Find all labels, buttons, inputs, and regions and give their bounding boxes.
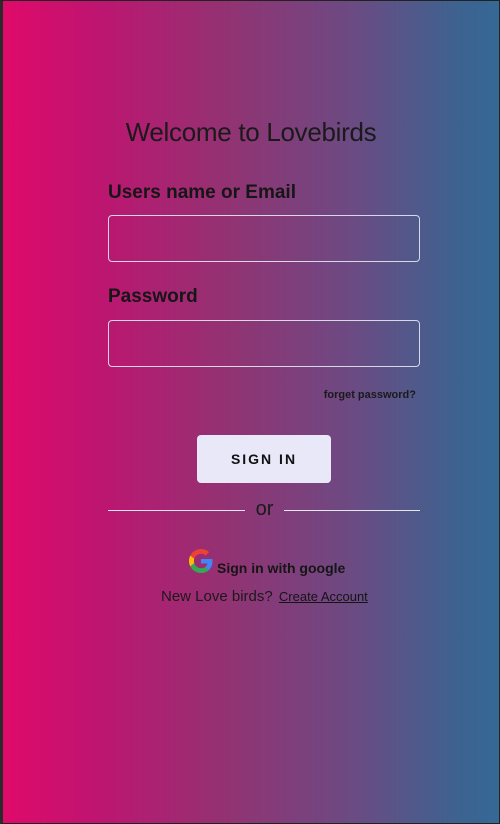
google-sign-in-label: Sign in with google xyxy=(217,560,346,576)
forgot-password-link[interactable]: forget password? xyxy=(324,389,416,401)
google-logo-icon xyxy=(189,549,213,573)
google-sign-in-button[interactable]: Sign in with google xyxy=(189,549,346,576)
new-user-prompt: New Love birds? xyxy=(161,588,273,605)
password-input[interactable] xyxy=(108,320,420,367)
page-title: Welcome to Lovebirds xyxy=(125,117,377,147)
divider-left-line xyxy=(108,510,245,511)
username-label: Users name or Email xyxy=(108,182,296,203)
username-input[interactable] xyxy=(108,215,420,262)
divider-or-text: or xyxy=(255,498,274,520)
create-account-link[interactable]: Create Account xyxy=(279,589,368,604)
sign-in-button[interactable]: SIGN IN xyxy=(197,435,331,483)
create-account-row: New Love birds? Create Account xyxy=(161,588,368,605)
divider-right-line xyxy=(284,510,420,511)
password-label: Password xyxy=(108,286,198,307)
login-screen: Welcome to Lovebirds Users name or Email… xyxy=(0,0,500,824)
